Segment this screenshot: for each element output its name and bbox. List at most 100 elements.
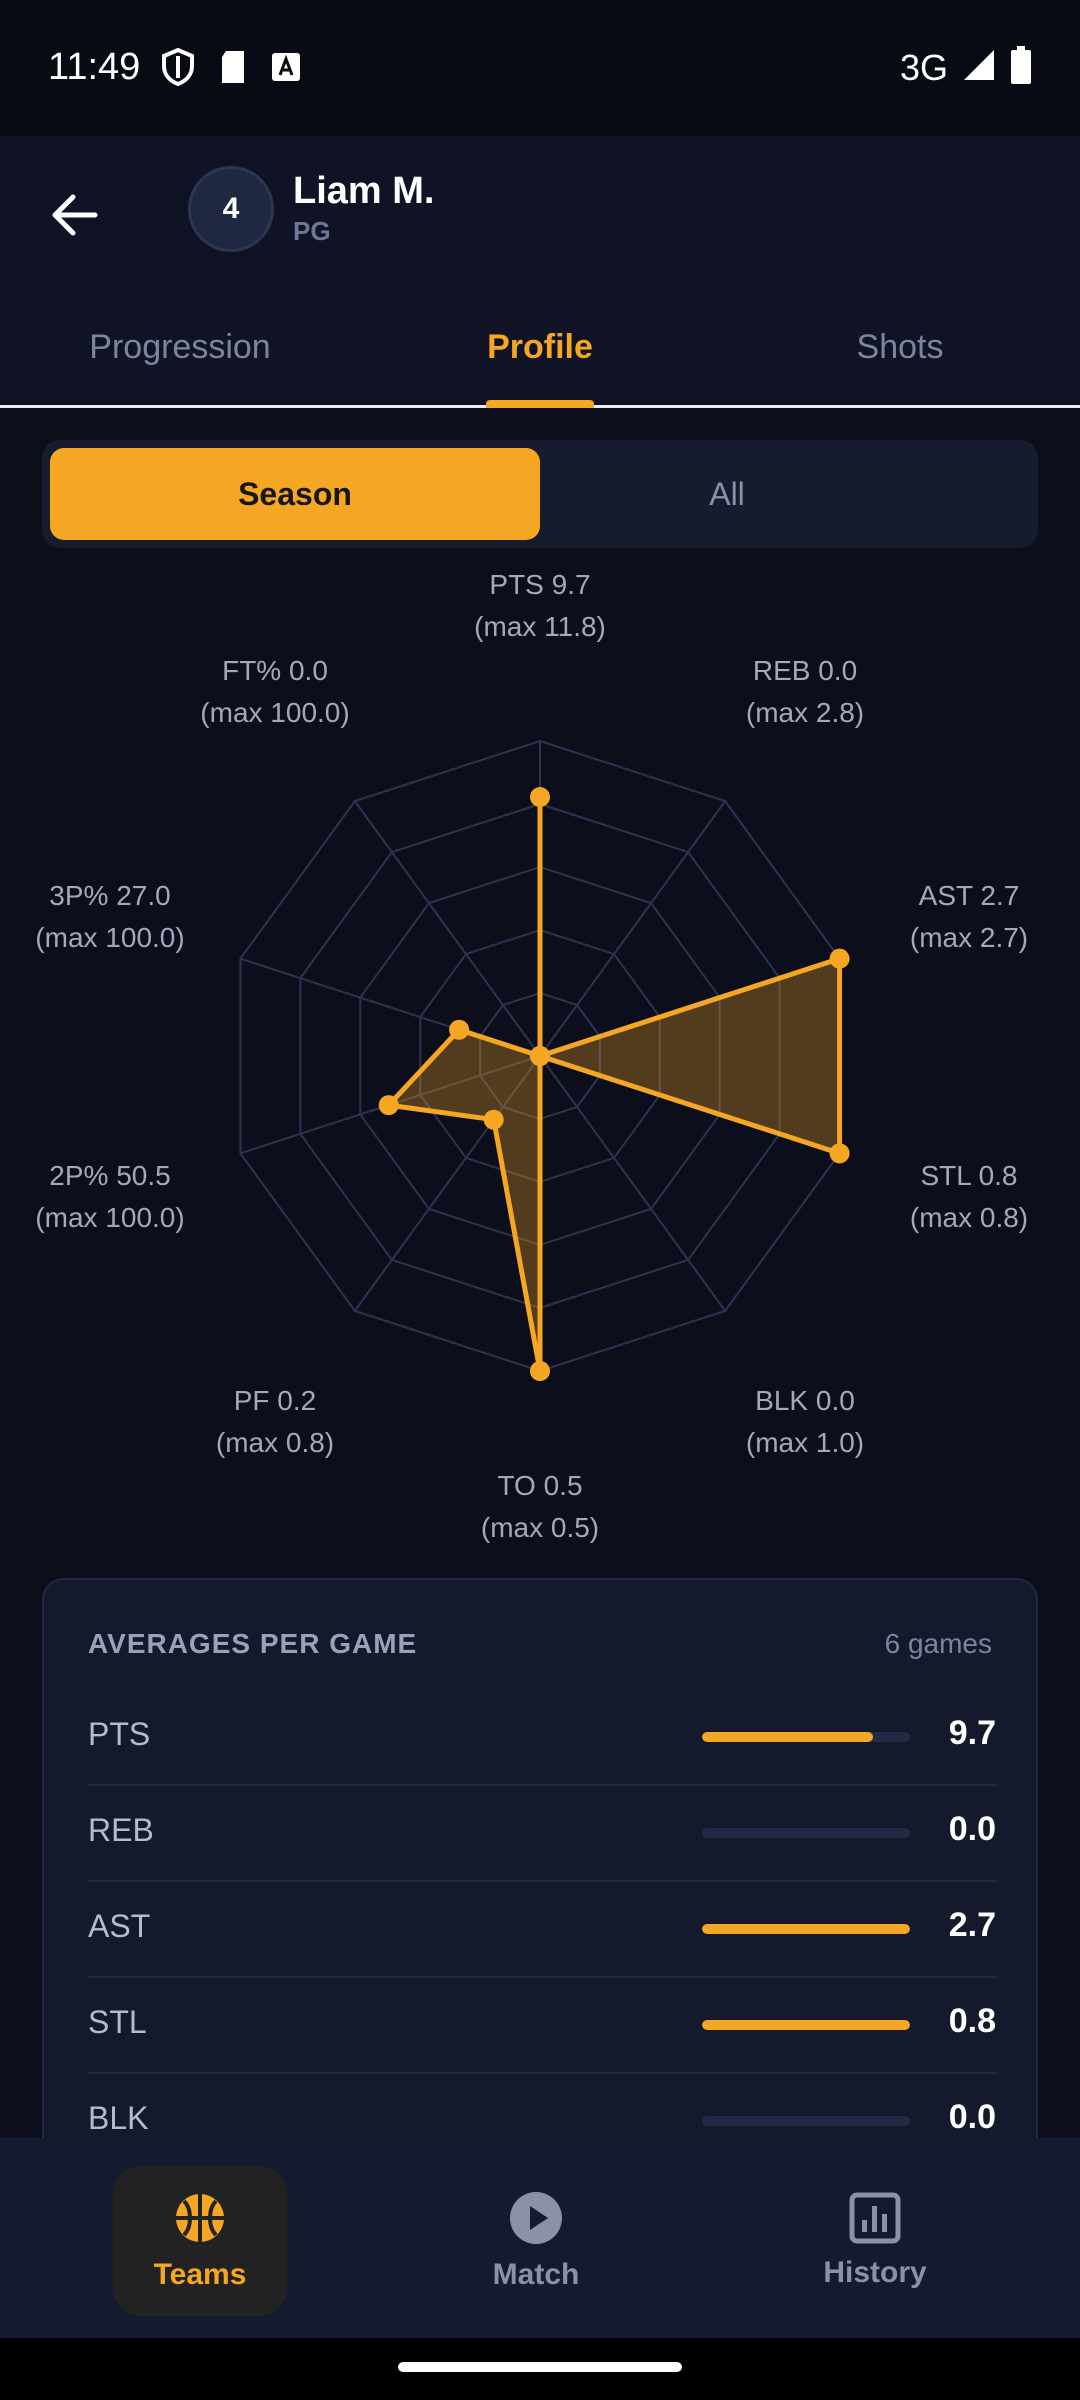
radar-spoke: [354, 800, 541, 1057]
radar-label-stl-max: (max 0.8): [909, 1202, 1029, 1233]
font-icon: [270, 51, 302, 88]
sd-card-icon: [218, 49, 248, 90]
nav-history-label: History: [823, 2256, 927, 2289]
season-toggle: Season All: [42, 440, 1038, 548]
stat-bar-fill: [702, 1732, 873, 1742]
stat-label: STL: [88, 2004, 147, 2040]
stat-value: 2.7: [948, 1906, 996, 1944]
shield-icon: [160, 47, 196, 91]
games-count: 6 games: [884, 1628, 992, 1659]
radar-label-stl-value: STL 0.8: [920, 1160, 1018, 1191]
arrow-left-icon: [52, 194, 98, 236]
tab-indicator: [486, 400, 594, 408]
radar-label-ft-value: FT% 0.0: [222, 655, 328, 686]
radar-label-to-max: (max 0.5): [480, 1512, 600, 1543]
radar-data-point: [829, 948, 850, 969]
radar-label-pf-max: (max 0.8): [215, 1427, 335, 1458]
status-icons-left: [160, 47, 302, 91]
play-icon: [510, 2192, 562, 2244]
stat-row-reb: REB 0.0: [88, 1786, 996, 1882]
player-position: PG: [293, 216, 331, 246]
stat-label: BLK: [88, 2100, 149, 2136]
nav-teams-label: Teams: [153, 2258, 247, 2291]
basketball-icon: [176, 2194, 224, 2242]
status-time: 11:49: [48, 46, 141, 88]
radar-label-2p-max: (max 100.0): [35, 1202, 185, 1233]
player-name: Liam M.: [293, 170, 435, 212]
radar-label-3p: 3P% 27.0 (max 100.0): [0, 875, 220, 959]
stat-bar: [702, 1828, 910, 1838]
radar-label-reb-value: REB 0.0: [752, 655, 858, 686]
radar-data-point: [483, 1109, 504, 1130]
stat-value: 0.8: [948, 2002, 996, 2040]
radar-label-blk: BLK 0.0 (max 1.0): [695, 1380, 915, 1464]
radar-data-point: [530, 1361, 550, 1381]
stat-value: 0.0: [948, 1810, 996, 1848]
tab-profile[interactable]: Profile: [390, 312, 690, 404]
radar-label-ft: FT% 0.0 (max 100.0): [165, 650, 385, 734]
stat-row-stl: STL 0.8: [88, 1978, 996, 2074]
status-bar: 11:49 3G: [0, 0, 1080, 136]
radar-label-blk-max: (max 1.0): [745, 1427, 865, 1458]
bottom-nav: Teams Match History: [0, 2138, 1080, 2338]
stat-bar: [702, 2020, 910, 2030]
status-icons-right: 3G: [900, 46, 1032, 89]
averages-title: AVERAGES PER GAME: [88, 1628, 418, 1659]
radar-label-reb: REB 0.0 (max 2.8): [695, 650, 915, 734]
radar-label-3p-value: 3P% 27.0: [49, 880, 171, 911]
stat-row-ast: AST 2.7: [88, 1882, 996, 1978]
radar-data-point: [449, 1019, 470, 1040]
radar-label-2p-value: 2P% 50.5: [49, 1160, 171, 1191]
app-header: 4 Liam M. PG Progression Profile Shots: [0, 136, 1080, 408]
radar-label-pf: PF 0.2 (max 0.8): [165, 1380, 385, 1464]
gesture-handle[interactable]: [398, 2362, 682, 2372]
signal-icon: [962, 48, 996, 87]
radar-label-ft-max: (max 100.0): [200, 697, 350, 728]
avatar: 4: [188, 166, 274, 252]
radar-data-point: [530, 1046, 550, 1066]
radar-data-point: [530, 787, 550, 808]
radar-label-reb-max: (max 2.8): [745, 697, 865, 728]
stat-label: AST: [88, 1908, 151, 1944]
back-button[interactable]: [40, 180, 110, 250]
stat-bar: [702, 1924, 910, 1934]
gesture-area: [0, 2338, 1080, 2400]
battery-icon: [1010, 46, 1032, 89]
bar-chart-icon: [849, 2192, 901, 2244]
stat-value: 0.0: [948, 2098, 996, 2136]
stat-bar-fill: [702, 2020, 910, 2030]
all-option[interactable]: All: [482, 448, 972, 540]
radar-label-pts-value: PTS 9.7: [489, 569, 591, 600]
radar-chart: PTS 9.7 (max 11.8) REB 0.0 (max 2.8) AST 2…: [0, 560, 1080, 1550]
radar-data-point: [378, 1095, 399, 1116]
tab-shots[interactable]: Shots: [750, 312, 1050, 404]
tab-progression[interactable]: Progression: [30, 312, 330, 404]
radar-label-ast: AST 2.7 (max 2.7): [859, 875, 1079, 959]
stat-label: PTS: [88, 1716, 151, 1752]
tab-bar: Progression Profile Shots: [0, 312, 1080, 408]
season-option[interactable]: Season: [50, 448, 540, 540]
stat-label: REB: [88, 1812, 154, 1848]
radar-label-to: TO 0.5 (max 0.5): [430, 1465, 650, 1549]
radar-data-point: [829, 1143, 850, 1164]
nav-teams[interactable]: Teams: [113, 2166, 287, 2316]
radar-label-3p-max: (max 100.0): [35, 922, 185, 953]
radar-label-2p: 2P% 50.5 (max 100.0): [0, 1155, 220, 1239]
nav-match-label: Match: [492, 2258, 580, 2291]
radar-svg: [239, 739, 850, 1381]
radar-label-pts: PTS 9.7 (max 11.8): [430, 564, 650, 648]
network-label: 3G: [899, 46, 948, 88]
radar-label-blk-value: BLK 0.0: [755, 1385, 855, 1416]
radar-label-to-value: TO 0.5: [497, 1470, 583, 1501]
radar-label-pf-value: PF 0.2: [233, 1385, 317, 1416]
nav-match[interactable]: Match: [449, 2166, 623, 2316]
radar-label-stl: STL 0.8 (max 0.8): [859, 1155, 1079, 1239]
stat-bar: [702, 1732, 910, 1742]
stat-row-pts: PTS 9.7: [88, 1690, 996, 1786]
radar-label-pts-max: (max 11.8): [474, 611, 606, 642]
stat-bar: [702, 2116, 910, 2126]
radar-label-ast-value: AST 2.7: [918, 880, 1020, 911]
stat-bar-fill: [702, 1924, 910, 1934]
nav-history[interactable]: History: [788, 2166, 962, 2316]
radar-label-ast-max: (max 2.7): [909, 922, 1029, 953]
